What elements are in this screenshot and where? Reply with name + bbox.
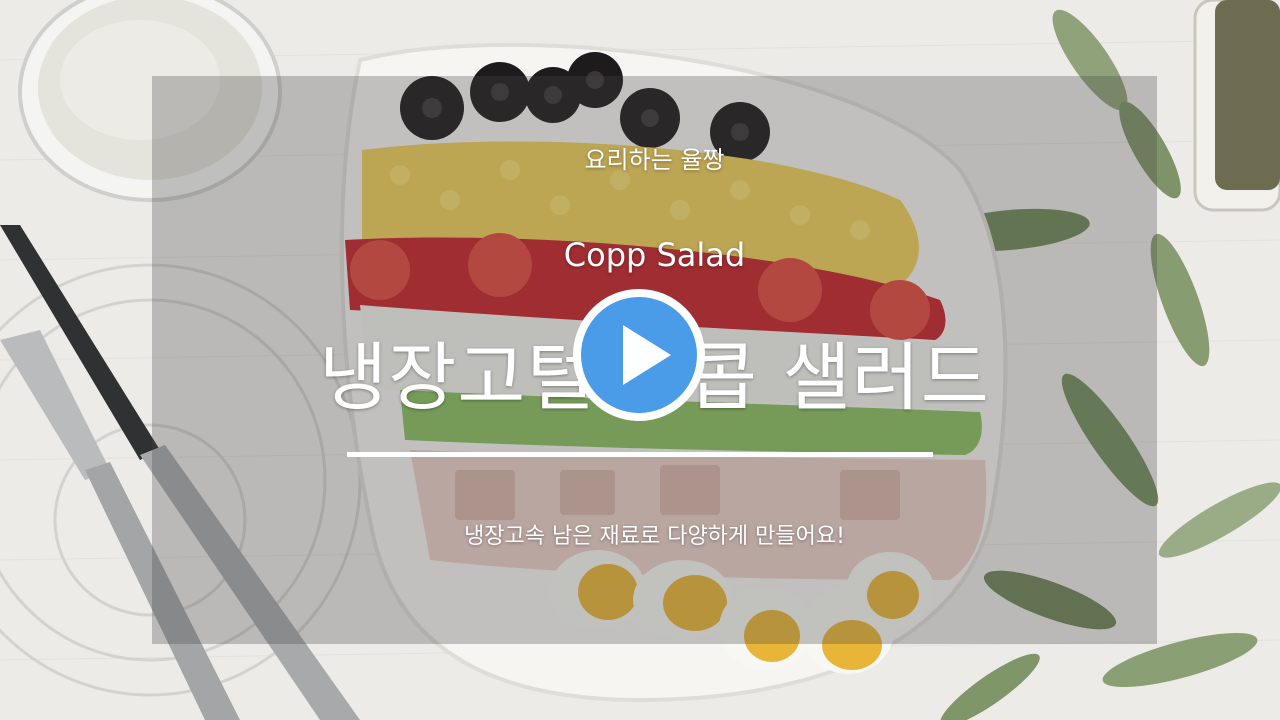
play-button[interactable] xyxy=(573,289,705,421)
video-caption: 냉장고속 남은 재료로 다양하게 만들어요! xyxy=(464,524,845,549)
english-subtitle: Copp Salad xyxy=(563,236,746,274)
jar xyxy=(1193,0,1280,212)
play-icon xyxy=(623,325,671,385)
channel-name: 요리하는 율짱 xyxy=(584,146,725,174)
title-divider xyxy=(347,452,933,457)
